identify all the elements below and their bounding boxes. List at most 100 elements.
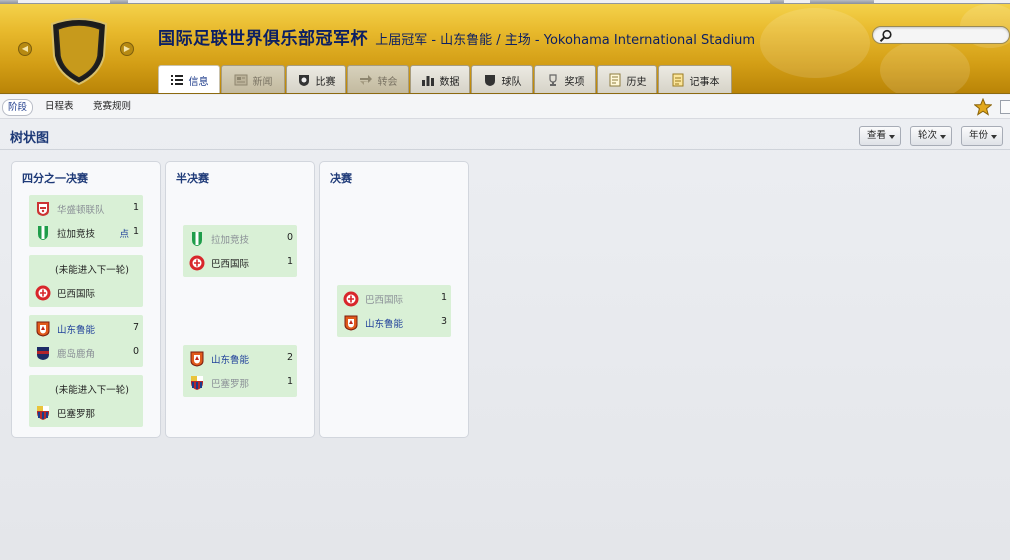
team-name[interactable]: 拉加竞技 (57, 226, 95, 240)
notepad-icon (672, 73, 683, 87)
bracket-round-column: 决赛 巴西国际 1 山东鲁能 3 (319, 161, 469, 438)
tab-label: 球队 (501, 76, 522, 88)
next-arrow-icon[interactable]: ▶ (120, 42, 134, 56)
subnav-schedule[interactable]: 日程表 (40, 99, 79, 116)
view-dropdown[interactable]: 查看 (859, 126, 902, 146)
team-name[interactable]: 华盛顿联队 (57, 202, 105, 216)
tab-notepad[interactable]: 记事本 (658, 65, 732, 93)
tab-shield[interactable]: 球队 (471, 65, 533, 93)
team-name[interactable]: 山东鲁能 (57, 322, 95, 336)
penalty-indicator: 点 (119, 229, 129, 240)
match-box[interactable]: (未能进入下一轮) 巴西国际 (29, 255, 143, 307)
green-white-crest-icon (38, 226, 48, 240)
shield-ball-icon (298, 75, 309, 86)
tab-transfer-arrows[interactable]: 转会 (347, 65, 409, 93)
shield-icon (484, 75, 495, 86)
tab-shield-ball[interactable]: 比赛 (286, 65, 346, 93)
transfer-arrows-icon (359, 75, 372, 85)
green-white-crest-icon (192, 232, 202, 246)
team-name[interactable]: 巴西国际 (365, 292, 403, 306)
chevron-down-icon (991, 135, 998, 139)
document-icon (609, 73, 620, 87)
orange-red-crest-icon (36, 321, 50, 337)
competition-header: ◀ ▶ 国际足联世界俱乐部冠军杯 上届冠军 - 山东鲁能 / 主场 - Yoko… (0, 0, 1010, 94)
previous-arrow-icon[interactable]: ◀ (18, 42, 32, 56)
year-dropdown[interactable]: 年份 (961, 126, 1004, 146)
tab-label: 记事本 (689, 76, 720, 88)
search-input[interactable] (895, 28, 1005, 42)
team-name[interactable]: 巴塞罗那 (211, 376, 249, 390)
sub-navigation: 阶段 日程表 竞赛规则 (0, 95, 1010, 119)
tab-bar-chart[interactable]: 数据 (410, 65, 470, 93)
subnav-stages[interactable]: 阶段 (2, 99, 34, 116)
team-row: 巴塞罗那 (29, 401, 143, 425)
team-score: 2 (286, 352, 293, 363)
stars-crest-icon (37, 202, 49, 216)
bracket-round-column: 四分之一决赛 华盛顿联队 1 拉加竞技点 1 (未能进入下一轮) 巴西国际 山东鲁能 7 鹿岛鹿角… (11, 161, 161, 438)
team-score: 1 (440, 292, 447, 303)
tab-label: 比赛 (315, 76, 336, 88)
newspaper-icon (234, 74, 247, 86)
barca-crest-icon (191, 376, 203, 390)
tab-trophy[interactable]: 奖项 (534, 65, 596, 93)
team-name[interactable]: 巴塞罗那 (57, 406, 95, 420)
team-score: 3 (440, 316, 447, 327)
tab-list[interactable]: 信息 (158, 65, 220, 93)
bye-note: (未能进入下一轮) (55, 265, 129, 276)
team-row: 拉加竞技 0 (183, 227, 297, 251)
team-score: 1 (132, 226, 139, 237)
orange-red-crest-icon (190, 351, 204, 367)
team-name[interactable]: 拉加竞技 (211, 232, 249, 246)
orange-red-crest-icon (344, 315, 358, 331)
team-name[interactable]: 巴西国际 (211, 256, 249, 270)
match-box[interactable]: 山东鲁能 2 巴塞罗那 1 (183, 345, 297, 397)
chevron-down-icon (889, 135, 896, 139)
team-row: 巴西国际 1 (337, 287, 451, 311)
bye-row: (未能进入下一轮) (29, 377, 143, 401)
team-name[interactable]: 巴西国际 (57, 286, 95, 300)
match-box[interactable]: 华盛顿联队 1 拉加竞技点 1 (29, 195, 143, 247)
favourite-star-icon[interactable] (974, 98, 992, 116)
trophy-icon (548, 74, 557, 86)
tab-newspaper[interactable]: 新闻 (221, 65, 285, 93)
competition-title: 国际足联世界俱乐部冠军杯 (158, 29, 368, 49)
search-box[interactable] (872, 26, 1010, 44)
tab-label: 转会 (377, 76, 398, 88)
team-row: 巴西国际 1 (183, 251, 297, 275)
round-title: 半决赛 (176, 172, 209, 185)
tab-label: 新闻 (252, 76, 273, 88)
match-box[interactable]: 山东鲁能 7 鹿岛鹿角 0 (29, 315, 143, 367)
team-row: 山东鲁能 2 (183, 347, 297, 371)
tab-label: 数据 (439, 76, 460, 88)
window-top-strip (0, 0, 1010, 4)
match-box[interactable]: 拉加竞技 0 巴西国际 1 (183, 225, 297, 277)
team-score: 0 (132, 346, 139, 357)
search-icon (879, 29, 892, 42)
tab-document[interactable]: 历史 (597, 65, 657, 93)
team-score: 7 (132, 322, 139, 333)
team-name[interactable]: 山东鲁能 (211, 352, 249, 366)
bar-chart-icon (421, 76, 434, 86)
subnav-rules[interactable]: 竞赛规则 (88, 99, 136, 116)
team-name[interactable]: 鹿岛鹿角 (57, 346, 95, 360)
chevron-down-icon (940, 135, 947, 139)
team-score: 1 (132, 202, 139, 213)
bye-row: (未能进入下一轮) (29, 257, 143, 281)
notes-panel-edge[interactable] (1000, 100, 1010, 114)
red-round-crest-icon (343, 291, 359, 307)
team-score: 1 (286, 256, 293, 267)
barca-crest-icon (37, 406, 49, 420)
navy-red-crest-icon (37, 347, 49, 360)
team-score: 0 (286, 232, 293, 243)
team-row: 山东鲁能 3 (337, 311, 451, 335)
round-dropdown[interactable]: 轮次 (910, 126, 953, 146)
round-dropdown-label: 轮次 (918, 130, 938, 141)
team-name[interactable]: 山东鲁能 (365, 316, 403, 330)
competition-subtitle: 上届冠军 - 山东鲁能 / 主场 - Yokohama Internationa… (375, 33, 756, 48)
match-box[interactable]: (未能进入下一轮) 巴塞罗那 (29, 375, 143, 427)
list-icon (170, 75, 183, 85)
team-row: 山东鲁能 7 (29, 317, 143, 341)
match-box[interactable]: 巴西国际 1 山东鲁能 3 (337, 285, 451, 337)
tab-label: 历史 (626, 76, 647, 88)
competition-crest-area: ◀ ▶ (14, 10, 138, 90)
